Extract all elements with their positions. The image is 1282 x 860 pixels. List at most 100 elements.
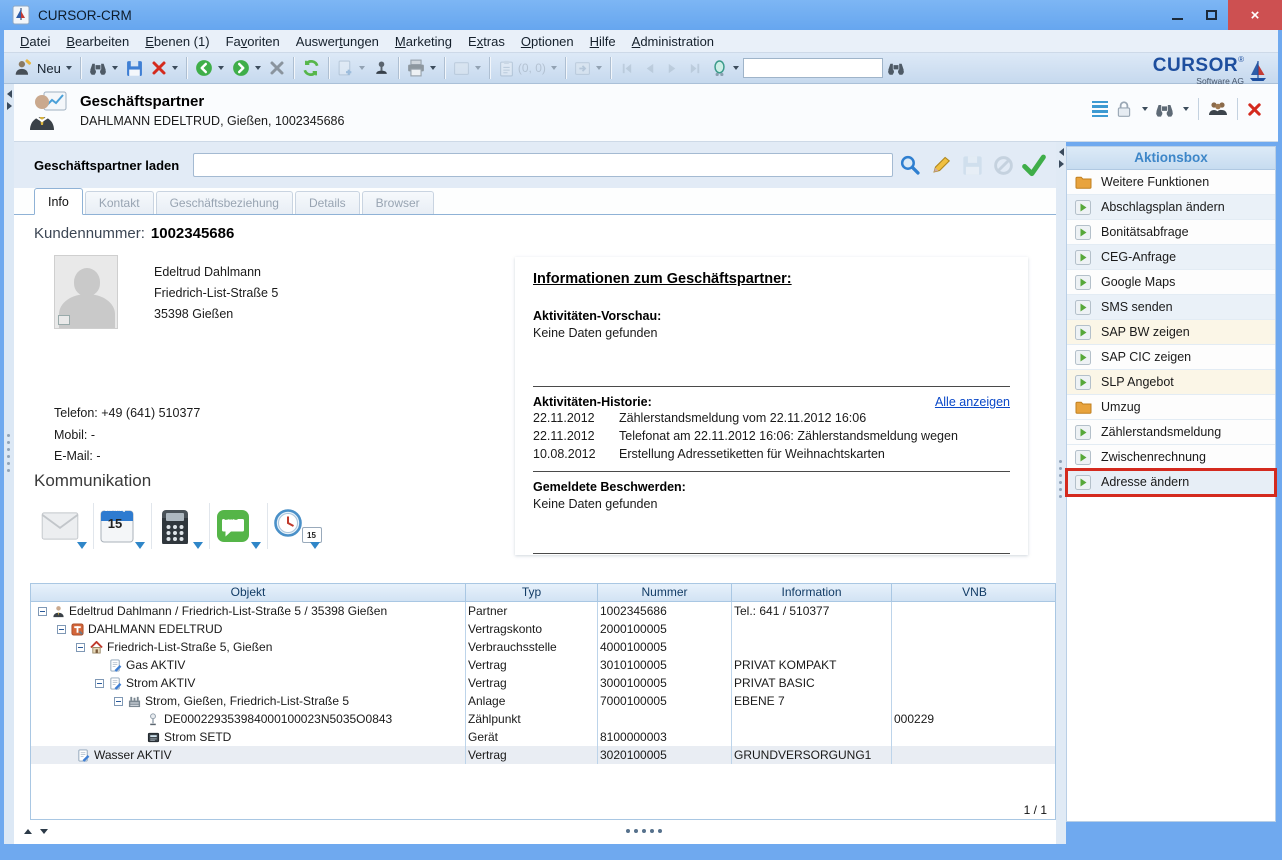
forward-button[interactable] — [228, 55, 265, 81]
table-row-verbrauchsstelle[interactable]: Friedrich-List-Straße 5, Gießen Verbrauc… — [31, 638, 1055, 656]
table-row-geraet[interactable]: Strom SETD Gerät8100000003 — [31, 728, 1055, 746]
back-button[interactable] — [191, 55, 228, 81]
add-document-button[interactable] — [333, 55, 369, 81]
quick-search-button[interactable] — [883, 55, 909, 81]
lamp-dropdown-icon[interactable] — [733, 66, 739, 70]
table-row-vertragskonto[interactable]: DAHLMANN EDELTRUD Vertragskonto200010000… — [31, 620, 1055, 638]
loader-save-button[interactable] — [958, 151, 986, 179]
print-button[interactable] — [403, 55, 440, 81]
clipboard-button[interactable]: (0, 0) — [494, 55, 561, 81]
phone-dropdown-icon[interactable] — [193, 542, 203, 549]
action-google-maps[interactable]: Google Maps — [1067, 270, 1275, 295]
collapse-toggle[interactable] — [95, 679, 104, 688]
nav-next-button[interactable] — [661, 55, 684, 81]
action-sms-senden[interactable]: SMS senden — [1067, 295, 1275, 320]
add-document-dropdown-icon[interactable] — [359, 66, 365, 70]
tab-kontakt[interactable]: Kontakt — [85, 191, 154, 214]
action-weitere-funktionen[interactable]: Weitere Funktionen — [1067, 170, 1275, 195]
collapse-sidebar-icon[interactable] — [1059, 148, 1064, 156]
cancel-button[interactable] — [265, 55, 289, 81]
collapse-toggle[interactable] — [57, 625, 66, 634]
splitter-up-icon[interactable] — [24, 829, 32, 834]
export-dropdown-icon[interactable] — [596, 66, 602, 70]
header-search-dropdown-icon[interactable] — [1183, 107, 1189, 111]
collapse-toggle[interactable] — [114, 697, 123, 706]
delete-button[interactable] — [147, 55, 182, 81]
bottom-splitter[interactable] — [14, 824, 1056, 838]
action-slp-angebot[interactable]: SLP Angebot — [1067, 370, 1275, 395]
action-bonitaetsabfrage[interactable]: Bonitätsabfrage — [1067, 220, 1275, 245]
splitter-handle[interactable] — [626, 829, 662, 833]
expand-left-icon[interactable] — [7, 102, 12, 110]
menu-bearbeiten[interactable]: Bearbeiten — [58, 32, 137, 51]
expand-sidebar-icon[interactable] — [1059, 160, 1064, 168]
tab-geschaeftsbeziehung[interactable]: Geschäftsbeziehung — [156, 191, 293, 214]
action-umzug[interactable]: Umzug — [1067, 395, 1275, 420]
print-dropdown-icon[interactable] — [430, 66, 436, 70]
left-panel-splitter[interactable] — [4, 84, 14, 844]
appointment-button[interactable]: 15 — [268, 503, 326, 549]
email-dropdown-icon[interactable] — [77, 542, 87, 549]
list-menu-button[interactable] — [1092, 99, 1108, 120]
maximize-button[interactable] — [1194, 0, 1228, 30]
table-row-vertrag-wasser[interactable]: Wasser AKTIV Vertrag3020100005GRUNDVERSO… — [31, 746, 1055, 764]
menu-favoriten[interactable]: Favoriten — [218, 32, 288, 51]
search-dropdown-icon[interactable] — [112, 66, 118, 70]
collapse-toggle[interactable] — [76, 643, 85, 652]
menu-ebenen[interactable]: Ebenen (1) — [137, 32, 217, 51]
tab-info[interactable]: Info — [34, 188, 83, 215]
loader-confirm-button[interactable] — [1020, 151, 1048, 179]
left-splitter-handle[interactable] — [7, 434, 10, 472]
action-sap-cic-zeigen[interactable]: SAP CIC zeigen — [1067, 345, 1275, 370]
contact-photo[interactable] — [54, 255, 118, 329]
delete-dropdown-icon[interactable] — [172, 66, 178, 70]
email-button[interactable] — [36, 503, 94, 549]
calendar-button[interactable]: Samstag 15 — [94, 503, 152, 549]
sms-button[interactable]: SMS — [210, 503, 268, 549]
nav-first-button[interactable] — [615, 55, 638, 81]
table-row-vertrag-strom[interactable]: Strom AKTIV Vertrag3000100005PRIVAT BASI… — [31, 674, 1055, 692]
action-abschlagsplan-aendern[interactable]: Abschlagsplan ändern — [1067, 195, 1275, 220]
splitter-down-icon[interactable] — [40, 829, 48, 834]
workflow-button[interactable] — [369, 55, 394, 81]
menu-hilfe[interactable]: Hilfe — [582, 32, 624, 51]
collapse-left-icon[interactable] — [7, 90, 12, 98]
loader-edit-button[interactable] — [927, 151, 955, 179]
nav-prev-button[interactable] — [638, 55, 661, 81]
phone-button[interactable] — [152, 503, 210, 549]
table-row-partner[interactable]: Edeltrud Dahlmann / Friedrich-List-Straß… — [31, 602, 1055, 620]
menu-extras[interactable]: Extras — [460, 32, 513, 51]
alle-anzeigen-link[interactable]: Alle anzeigen — [935, 395, 1010, 409]
action-ceg-anfrage[interactable]: CEG-Anfrage — [1067, 245, 1275, 270]
new-dropdown-icon[interactable] — [66, 66, 72, 70]
tab-browser[interactable]: Browser — [362, 191, 434, 214]
nav-last-button[interactable] — [684, 55, 707, 81]
action-sap-bw-zeigen[interactable]: SAP BW zeigen — [1067, 320, 1275, 345]
column-header-objekt[interactable]: Objekt — [31, 584, 466, 601]
calendar-dropdown-icon[interactable] — [135, 542, 145, 549]
menu-datei[interactable]: Datei — [12, 32, 58, 51]
save-button[interactable] — [122, 55, 147, 81]
column-header-vnb[interactable]: VNB — [892, 584, 1057, 601]
collapse-toggle[interactable] — [38, 607, 47, 616]
table-row-vertrag-gas[interactable]: Gas AKTIV Vertrag3010100005PRIVAT KOMPAK… — [31, 656, 1055, 674]
loader-block-button[interactable] — [989, 151, 1017, 179]
export-button[interactable] — [570, 55, 606, 81]
lock-button[interactable] — [1115, 100, 1133, 118]
lock-dropdown-icon[interactable] — [1142, 107, 1148, 111]
action-adresse-aendern[interactable]: Adresse ändern — [1067, 470, 1275, 495]
menu-optionen[interactable]: Optionen — [513, 32, 582, 51]
sidebar-splitter[interactable] — [1056, 142, 1066, 844]
report-button[interactable] — [449, 55, 485, 81]
report-dropdown-icon[interactable] — [475, 66, 481, 70]
table-row-anlage[interactable]: Strom, Gießen, Friedrich-List-Straße 5 A… — [31, 692, 1055, 710]
search-button[interactable] — [85, 55, 122, 81]
loader-input[interactable] — [193, 153, 893, 177]
close-button[interactable]: × — [1228, 0, 1282, 30]
header-search-button[interactable] — [1155, 100, 1174, 119]
action-zwischenrechnung[interactable]: Zwischenrechnung — [1067, 445, 1275, 470]
table-row-zaehlpunkt[interactable]: DE000229353984000100023N5035O0843 Zählpu… — [31, 710, 1055, 728]
menu-auswertungen[interactable]: Auswertungen — [288, 32, 387, 51]
lamp-button[interactable] — [707, 55, 743, 81]
new-button[interactable]: Neu — [10, 55, 76, 81]
